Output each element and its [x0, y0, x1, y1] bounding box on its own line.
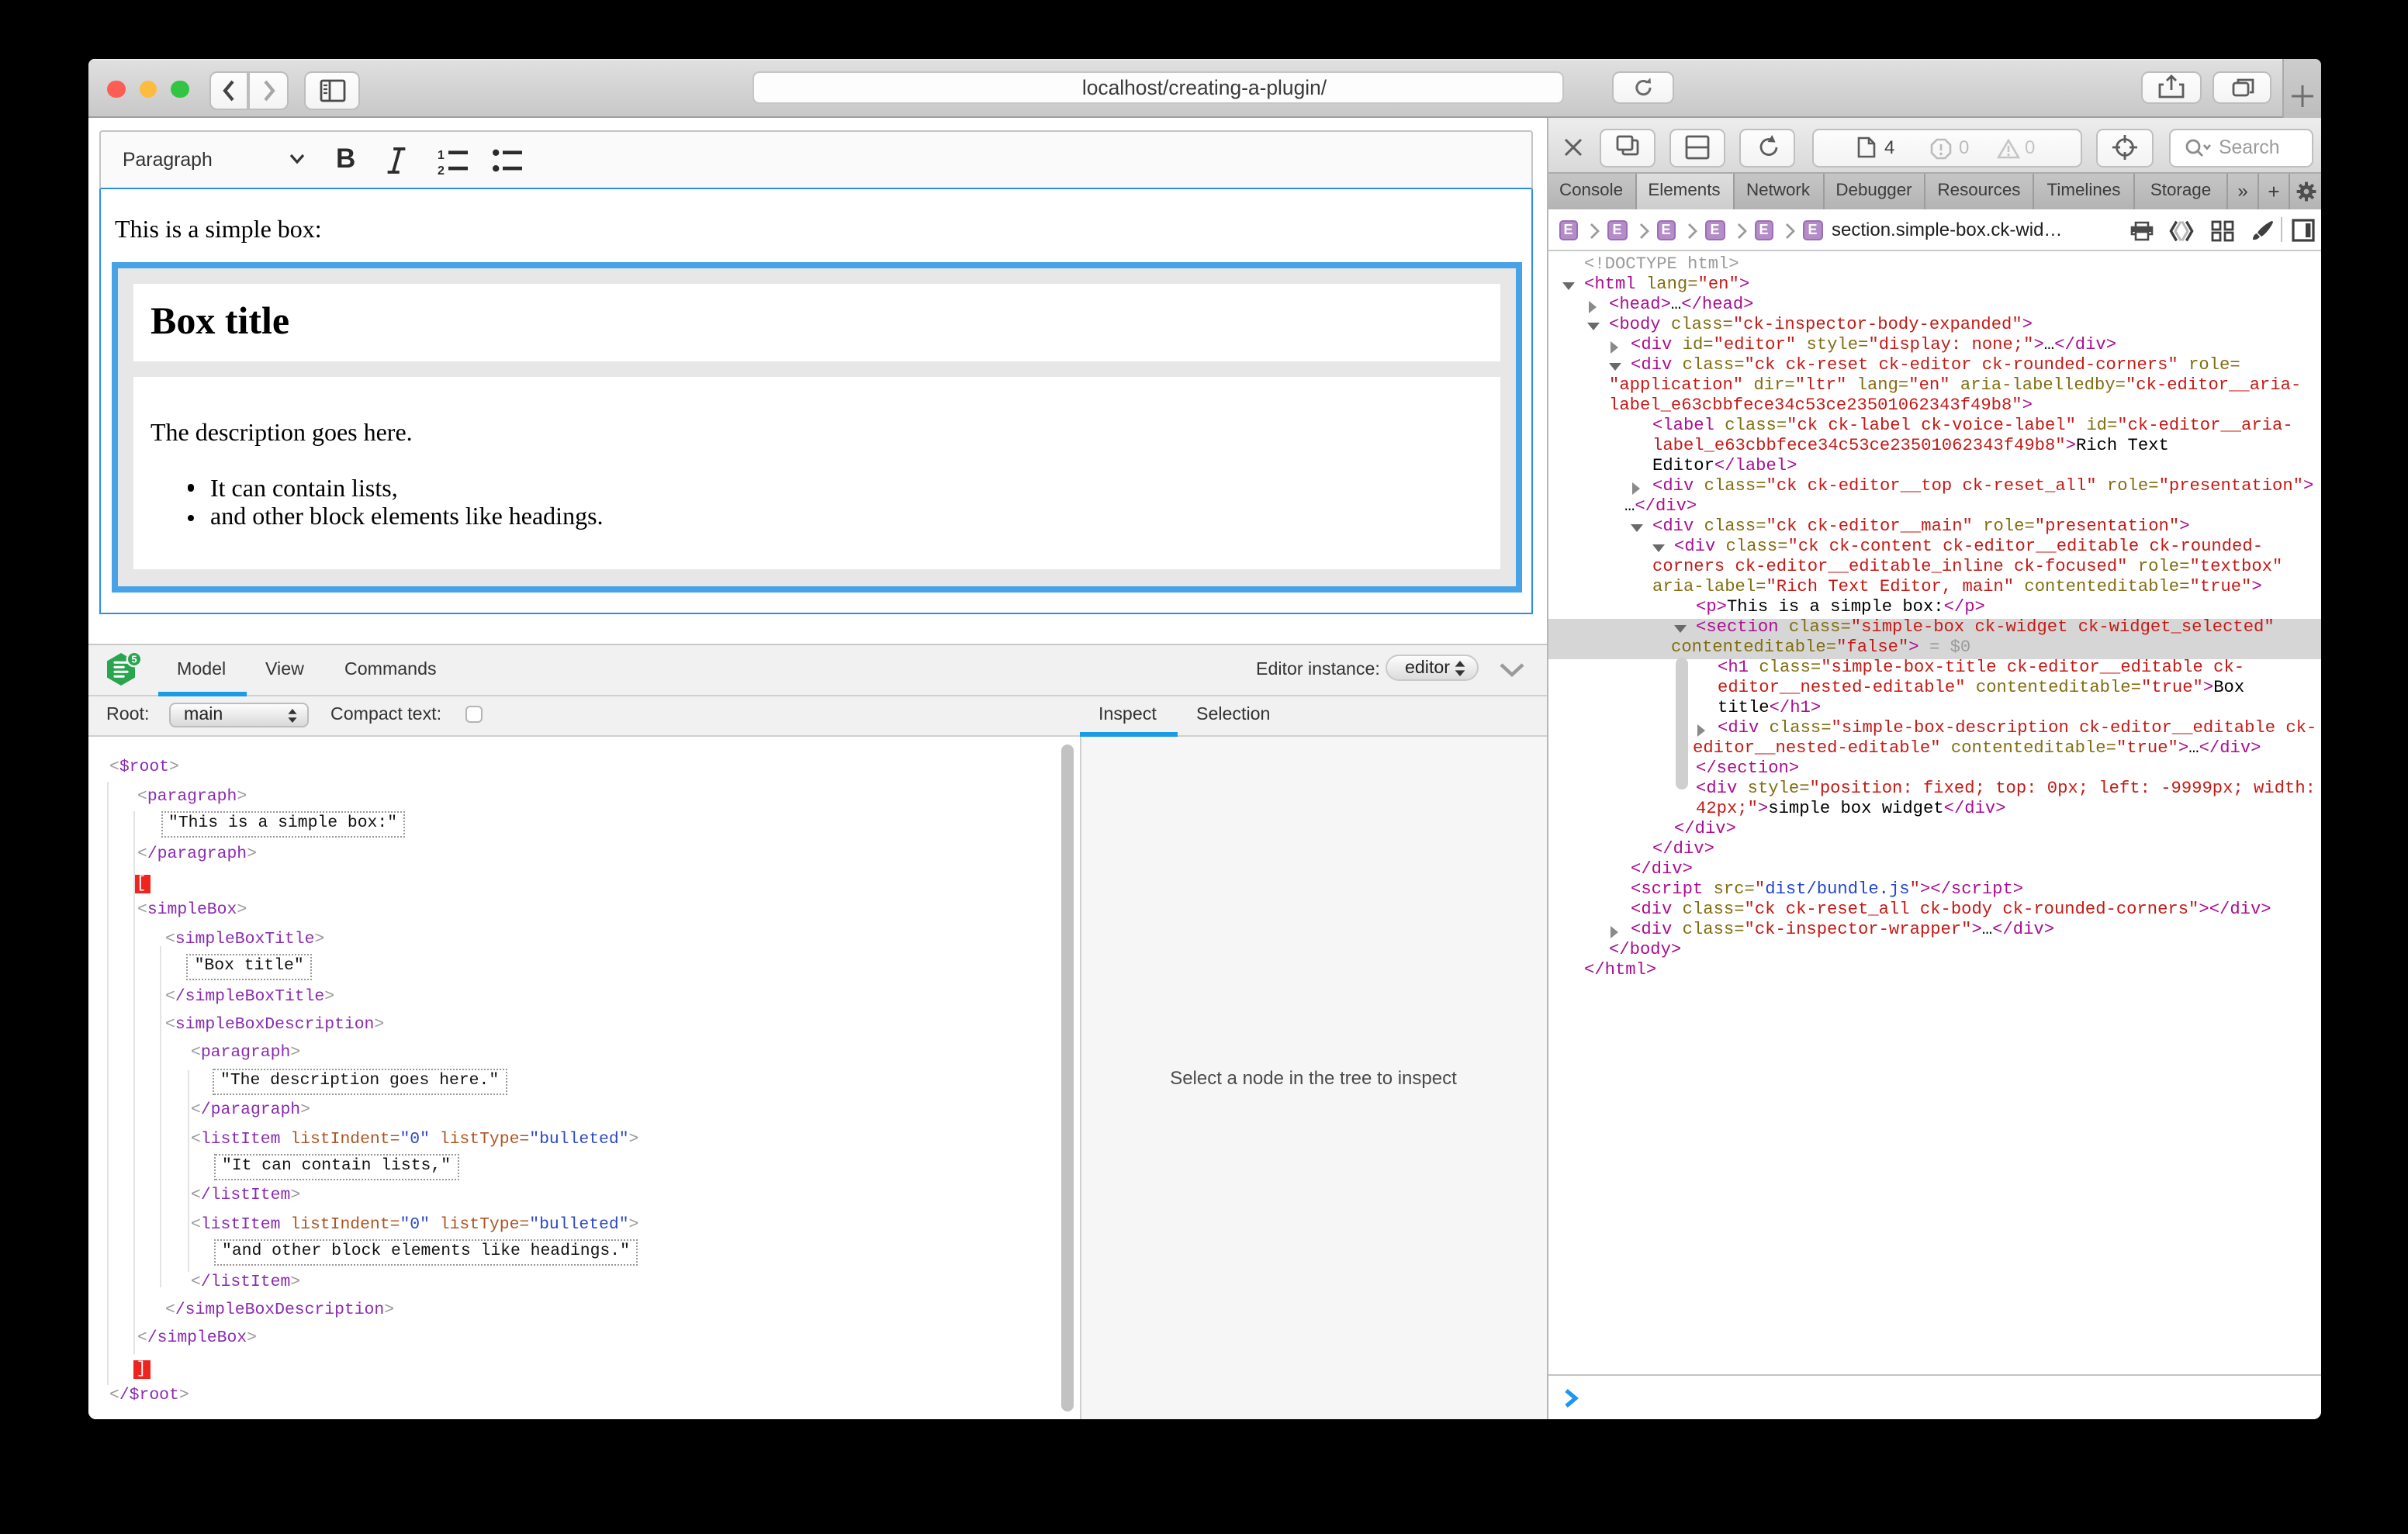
- svg-text:2: 2: [437, 164, 444, 176]
- svg-text:1: 1: [437, 148, 444, 161]
- svg-text:5: 5: [130, 652, 136, 664]
